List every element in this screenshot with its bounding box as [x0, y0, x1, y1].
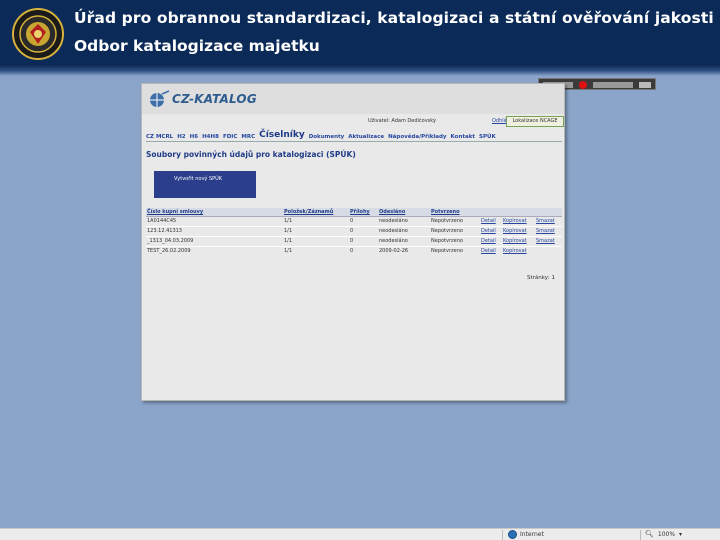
zoom-control[interactable]: 🔍︎ 100% ▾ [645, 530, 682, 538]
main-nav: CZ MCRL H2 H6 H4H8 FDIC MRC Číselníky Do… [146, 128, 562, 140]
sent-status: neodesláno [379, 218, 408, 224]
create-spuk-button[interactable]: Vytvořit nový SPÚK [154, 171, 256, 198]
table-header: Číslo kupní smlouvy Položek/Záznamů Příl… [146, 208, 562, 217]
attachments-count: 0 [350, 248, 354, 254]
cz-katalog-logo[interactable]: CZ-KATALOG [148, 90, 257, 108]
column-header-sent[interactable]: Odesláno [379, 208, 431, 216]
slide-header: Úřad pro obrannou standardizaci, katalog… [0, 0, 720, 64]
contract-number: _1313_04.03.2009 [147, 238, 194, 244]
confirmed-status: Nepotvrzeno [431, 228, 463, 234]
detail-link[interactable]: Detail [481, 227, 503, 236]
user-bar: Uživatel: Adam Dedičovský Odhlásit Lokal… [368, 116, 564, 127]
detail-link[interactable]: Detail [481, 237, 503, 246]
security-zone[interactable]: Internet [508, 530, 544, 539]
table-row: 123.12.41313 1/1 0 neodesláno Nepotvrzen… [146, 227, 562, 237]
delete-link[interactable]: Smazat [536, 217, 562, 226]
confirmed-status: Nepotvrzeno [431, 218, 463, 224]
column-header-blank [503, 208, 536, 216]
pagination: Stránky: 1 [525, 275, 555, 281]
confirmed-status: Nepotvrzeno [431, 238, 463, 244]
nav-item-aktualizace[interactable]: Aktualizace [348, 134, 384, 140]
delete-link[interactable] [536, 247, 562, 257]
column-header-confirmed[interactable]: Potvrzeno [431, 208, 481, 216]
column-header-items[interactable]: Položek/Záznamů [284, 208, 350, 216]
sent-status: neodesláno [379, 228, 408, 234]
nav-item-dokumenty[interactable]: Dokumenty [309, 134, 345, 140]
catalog-button[interactable]: Lokalizace NCAGE [506, 116, 564, 127]
agency-emblem-icon [12, 8, 64, 60]
table-row: TEST_26.02.2009 1/1 0 2009-02-26 Nepotvr… [146, 247, 562, 257]
slide-subtitle: Odbor katalogizace majetku [74, 37, 320, 55]
detail-link[interactable]: Detail [481, 217, 503, 226]
nav-item-kontakt[interactable]: Kontakt [451, 134, 476, 140]
header-divider [0, 64, 720, 76]
nav-divider [146, 141, 562, 142]
pagination-page-1[interactable]: 1 [551, 275, 555, 281]
copy-link[interactable]: Kopírovat [503, 217, 536, 226]
sent-status: neodesláno [379, 238, 408, 244]
items-count: 1/1 [284, 228, 293, 234]
nav-item-spuk[interactable]: SPÚK [479, 134, 496, 140]
detail-link[interactable]: Detail [481, 247, 503, 257]
zoom-level: 100% [657, 530, 676, 538]
table-row: 1A0144C45 1/1 0 neodesláno Nepotvrzeno D… [146, 217, 562, 227]
attachments-count: 0 [350, 228, 354, 234]
zone-label: Internet [520, 531, 544, 538]
contract-number: TEST_26.02.2009 [147, 248, 191, 254]
items-count: 1/1 [284, 218, 293, 224]
table-row: _1313_04.03.2009 1/1 0 neodesláno Nepotv… [146, 237, 562, 247]
items-count: 1/1 [284, 238, 293, 244]
attachments-count: 0 [350, 238, 354, 244]
globe-icon [150, 90, 170, 107]
delete-link[interactable]: Smazat [536, 237, 562, 246]
statusbar-divider [502, 530, 503, 540]
nav-item-h4h8[interactable]: H4H8 [202, 134, 219, 140]
chevron-down-icon[interactable]: ▾ [679, 531, 682, 538]
column-header-blank [481, 208, 503, 216]
spuk-table: Číslo kupní smlouvy Položek/Záznamů Příl… [146, 208, 562, 257]
column-header-attachments[interactable]: Přílohy [350, 208, 379, 216]
nav-item-mrc[interactable]: MRC [241, 134, 255, 140]
nav-item-cz-mcrl[interactable]: CZ MCRL [146, 134, 173, 140]
statusbar-divider [640, 530, 641, 540]
internet-zone-icon [508, 530, 517, 539]
browser-statusbar: Internet 🔍︎ 100% ▾ [0, 528, 720, 540]
attachments-count: 0 [350, 218, 354, 224]
delete-link[interactable]: Smazat [536, 227, 562, 236]
magnifier-icon: 🔍︎ [645, 530, 654, 538]
contract-number: 1A0144C45 [147, 218, 177, 224]
nav-item-ciselniky[interactable]: Číselníky [259, 130, 305, 140]
record-icon[interactable] [579, 81, 587, 89]
nav-item-h2[interactable]: H2 [177, 134, 185, 140]
page-banner: CZ-KATALOG [142, 84, 564, 114]
nav-item-h6[interactable]: H6 [190, 134, 198, 140]
user-name: Uživatel: Adam Dedičovský [368, 118, 492, 126]
pagination-label: Stránky: [527, 275, 550, 281]
column-header-contract[interactable]: Číslo kupní smlouvy [146, 208, 284, 216]
contract-number: 123.12.41313 [147, 228, 182, 234]
page-title: Soubory povinných údajů pro katalogizaci… [146, 150, 356, 159]
slide-title: Úřad pro obrannou standardizaci, katalog… [74, 9, 714, 27]
copy-link[interactable]: Kopírovat [503, 227, 536, 236]
grid-icon[interactable] [639, 82, 651, 88]
sent-status: 2009-02-26 [379, 248, 409, 254]
app-name: CZ-KATALOG [172, 92, 257, 106]
catalog-webpage: CZ-KATALOG Uživatel: Adam Dedičovský Odh… [141, 83, 565, 401]
toolbar-track-right [593, 82, 633, 88]
items-count: 1/1 [284, 248, 293, 254]
nav-item-napoveda[interactable]: Nápověda/Příklady [388, 134, 446, 140]
copy-link[interactable]: Kopírovat [503, 237, 536, 246]
column-header-blank [536, 208, 562, 216]
confirmed-status: Nepotvrzeno [431, 248, 463, 254]
nav-item-fdic[interactable]: FDIC [223, 134, 237, 140]
copy-link[interactable]: Kopírovat [503, 247, 536, 257]
